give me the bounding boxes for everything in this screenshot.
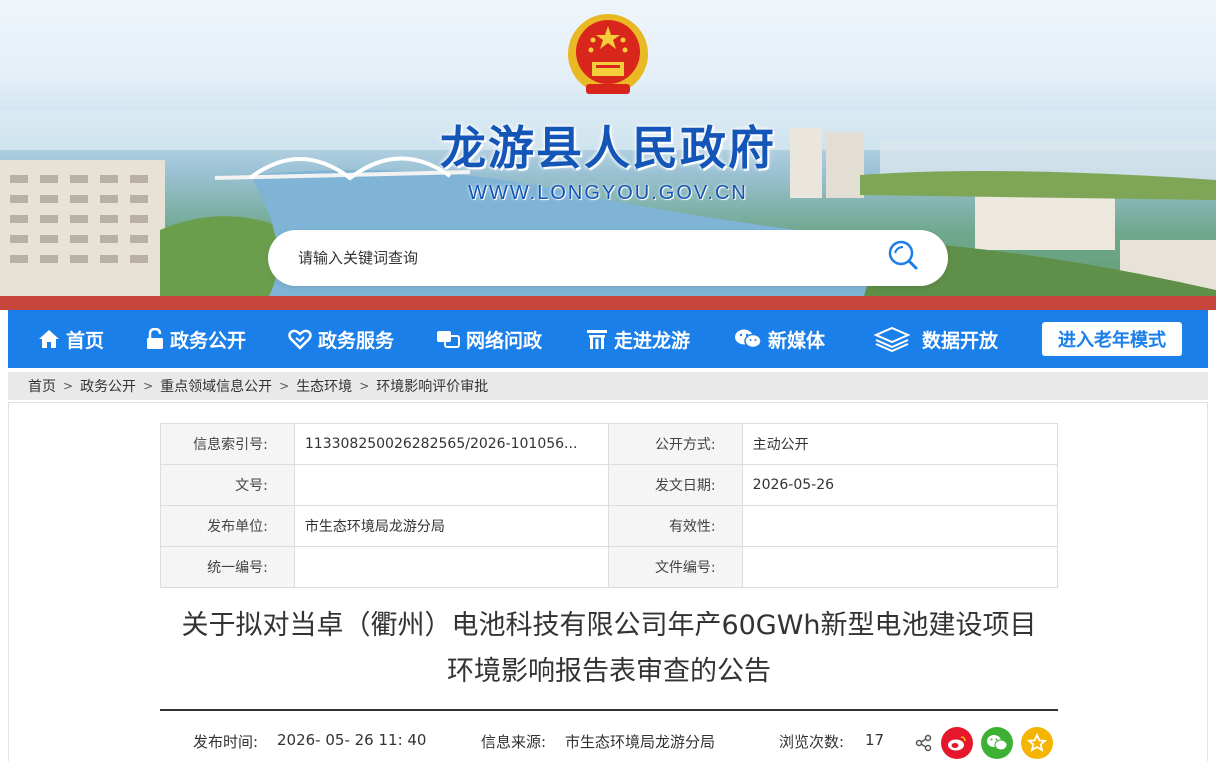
gate-icon <box>587 330 607 349</box>
title-divider <box>160 709 1058 711</box>
header-banner: 龙游县人民政府 WWW.LONGYOU.GOV.CN <box>0 0 1216 310</box>
issue-date-value: 2026-05-26 <box>741 464 1059 506</box>
search-input[interactable] <box>298 244 858 272</box>
site-url: WWW.LONGYOU.GOV.CN <box>468 182 748 204</box>
issuer-value: 市生态环境局龙游分局 <box>293 505 609 547</box>
unified-number-label: 统一编号: <box>160 546 295 588</box>
source-label: 信息来源: <box>481 733 547 751</box>
table-row: 统一编号: 文件编号: <box>160 546 1059 588</box>
open-method-value: 主动公开 <box>741 423 1059 465</box>
breadcrumb: 首页 > 政务公开 > 重点领域信息公开 > 生态环境 > 环境影响评价审批 <box>8 372 1208 400</box>
nav-item-online-inquiry[interactable]: 网络问政 <box>436 310 542 368</box>
views-value: 17 <box>865 731 885 749</box>
search-box <box>268 230 948 286</box>
index-number-value: 113308250026282565/2026-101056... <box>293 423 609 465</box>
nav-item-government-affairs[interactable]: 政务公开 <box>146 310 246 368</box>
article-info-row: 发布时间: 2026- 05- 26 11: 40 信息来源: 市生态环境局龙游… <box>9 727 1209 759</box>
home-icon <box>39 330 59 348</box>
breadcrumb-separator: > <box>143 379 154 393</box>
document-number-value <box>293 464 609 506</box>
table-row: 发布单位: 市生态环境局龙游分局 有效性: <box>160 505 1059 547</box>
document-number-label: 文号: <box>160 464 295 506</box>
breadcrumb-separator: > <box>359 379 370 393</box>
document-meta-table: 信息索引号: 113308250026282565/2026-101056...… <box>160 423 1059 588</box>
main-nav: 首页 政务公开 政务服务 网络问政 走进龙游 新媒体 数据开放 进入老年模式 <box>8 310 1208 368</box>
nav-item-label: 数据开放 <box>922 329 999 352</box>
index-number-label: 信息索引号: <box>160 423 295 465</box>
nav-item-label: 首页 <box>66 329 105 352</box>
breadcrumb-separator: > <box>279 379 290 393</box>
nav-item-label: 政务公开 <box>170 329 247 352</box>
source-value: 市生态环境局龙游分局 <box>565 733 716 751</box>
article-title-line-1: 关于拟对当卓（衢州）电池科技有限公司年产60GWh新型电池建设项目 <box>181 610 1037 641</box>
validity-value <box>741 505 1059 547</box>
nav-item-label: 走进龙游 <box>614 329 691 352</box>
wechat-icon <box>735 329 762 349</box>
publish-time-label: 发布时间: <box>193 733 259 751</box>
nav-item-label: 政务服务 <box>318 329 395 352</box>
service-icon <box>288 329 312 350</box>
favorite-icon[interactable] <box>1021 727 1053 759</box>
breadcrumb-government-affairs[interactable]: 政务公开 <box>80 376 136 396</box>
layers-icon <box>874 326 910 352</box>
issue-date-label: 发文日期: <box>607 464 743 506</box>
breadcrumb-separator: > <box>63 379 74 393</box>
views-label: 浏览次数: <box>779 733 845 751</box>
table-row: 信息索引号: 113308250026282565/2026-101056...… <box>160 423 1059 465</box>
nav-item-new-media[interactable]: 新媒体 <box>734 310 825 368</box>
breadcrumb-key-info[interactable]: 重点领域信息公开 <box>160 376 272 396</box>
article-title: 关于拟对当卓（衢州）电池科技有限公司年产60GWh新型电池建设项目 环境影响报告… <box>159 603 1059 695</box>
unified-number-value <box>293 546 609 588</box>
wechat-share-icon[interactable] <box>981 727 1013 759</box>
chat-icon <box>437 331 460 348</box>
file-number-label: 文件编号: <box>607 546 743 588</box>
issuer-label: 发布单位: <box>160 505 295 547</box>
weibo-icon[interactable] <box>941 727 973 759</box>
nav-item-about-longyou[interactable]: 走进龙游 <box>586 310 690 368</box>
article-container: 信息索引号: 113308250026282565/2026-101056...… <box>8 402 1208 761</box>
nav-item-home[interactable]: 首页 <box>38 310 104 368</box>
nav-item-data-open[interactable]: 数据开放 <box>874 310 998 368</box>
nav-item-label: 网络问政 <box>466 329 543 352</box>
elder-mode-button[interactable]: 进入老年模式 <box>1042 322 1182 356</box>
file-number-value <box>741 546 1059 588</box>
validity-label: 有效性: <box>607 505 743 547</box>
lock-icon <box>147 328 163 349</box>
national-emblem-icon <box>566 10 650 102</box>
nav-item-label: 新媒体 <box>768 329 826 352</box>
breadcrumb-home[interactable]: 首页 <box>28 376 56 396</box>
site-title: 龙游县人民政府 <box>440 121 776 175</box>
search-icon[interactable] <box>886 238 920 272</box>
breadcrumb-eia-approval[interactable]: 环境影响评价审批 <box>376 376 488 396</box>
article-title-line-2: 环境影响报告表审查的公告 <box>447 656 771 687</box>
breadcrumb-ecology[interactable]: 生态环境 <box>296 376 352 396</box>
table-row: 文号: 发文日期: 2026-05-26 <box>160 464 1059 506</box>
share-icon[interactable] <box>915 734 933 752</box>
publish-time-value: 2026- 05- 26 11: 40 <box>277 731 427 749</box>
nav-item-government-services[interactable]: 政务服务 <box>288 310 394 368</box>
open-method-label: 公开方式: <box>607 423 743 465</box>
